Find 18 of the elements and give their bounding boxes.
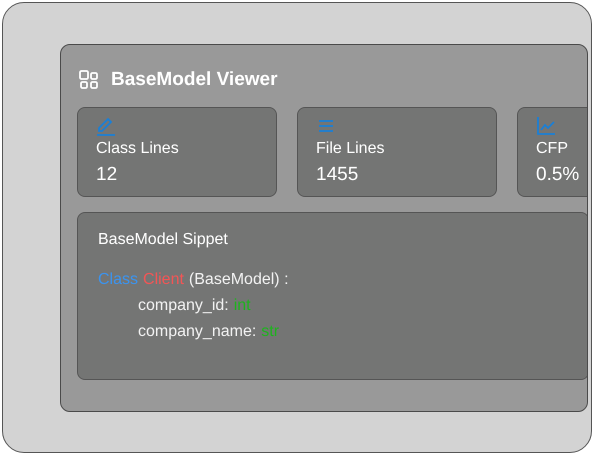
pencil-icon: [96, 116, 116, 136]
code-token: int: [234, 296, 251, 316]
stat-value: 0.5%: [536, 164, 580, 186]
stat-value: 1455: [316, 164, 360, 186]
line-chart-icon: [536, 116, 556, 136]
stat-label: Class Lines: [96, 140, 180, 158]
snippet-title: BaseModel Sippet: [98, 231, 229, 249]
panel-title: BaseModel Viewer: [111, 69, 278, 91]
stat-value: 12: [96, 164, 118, 186]
code-token: company_name:: [138, 322, 256, 342]
stat-label: File Lines: [316, 140, 386, 158]
code-token: company_id:: [138, 296, 229, 316]
code-token: str: [261, 322, 280, 342]
code-token: (BaseModel) :: [188, 270, 289, 290]
stat-label: CFP: [536, 140, 569, 158]
code-token: Class: [98, 270, 138, 290]
grid-icon: [79, 70, 99, 90]
code-token: Client: [143, 270, 184, 290]
